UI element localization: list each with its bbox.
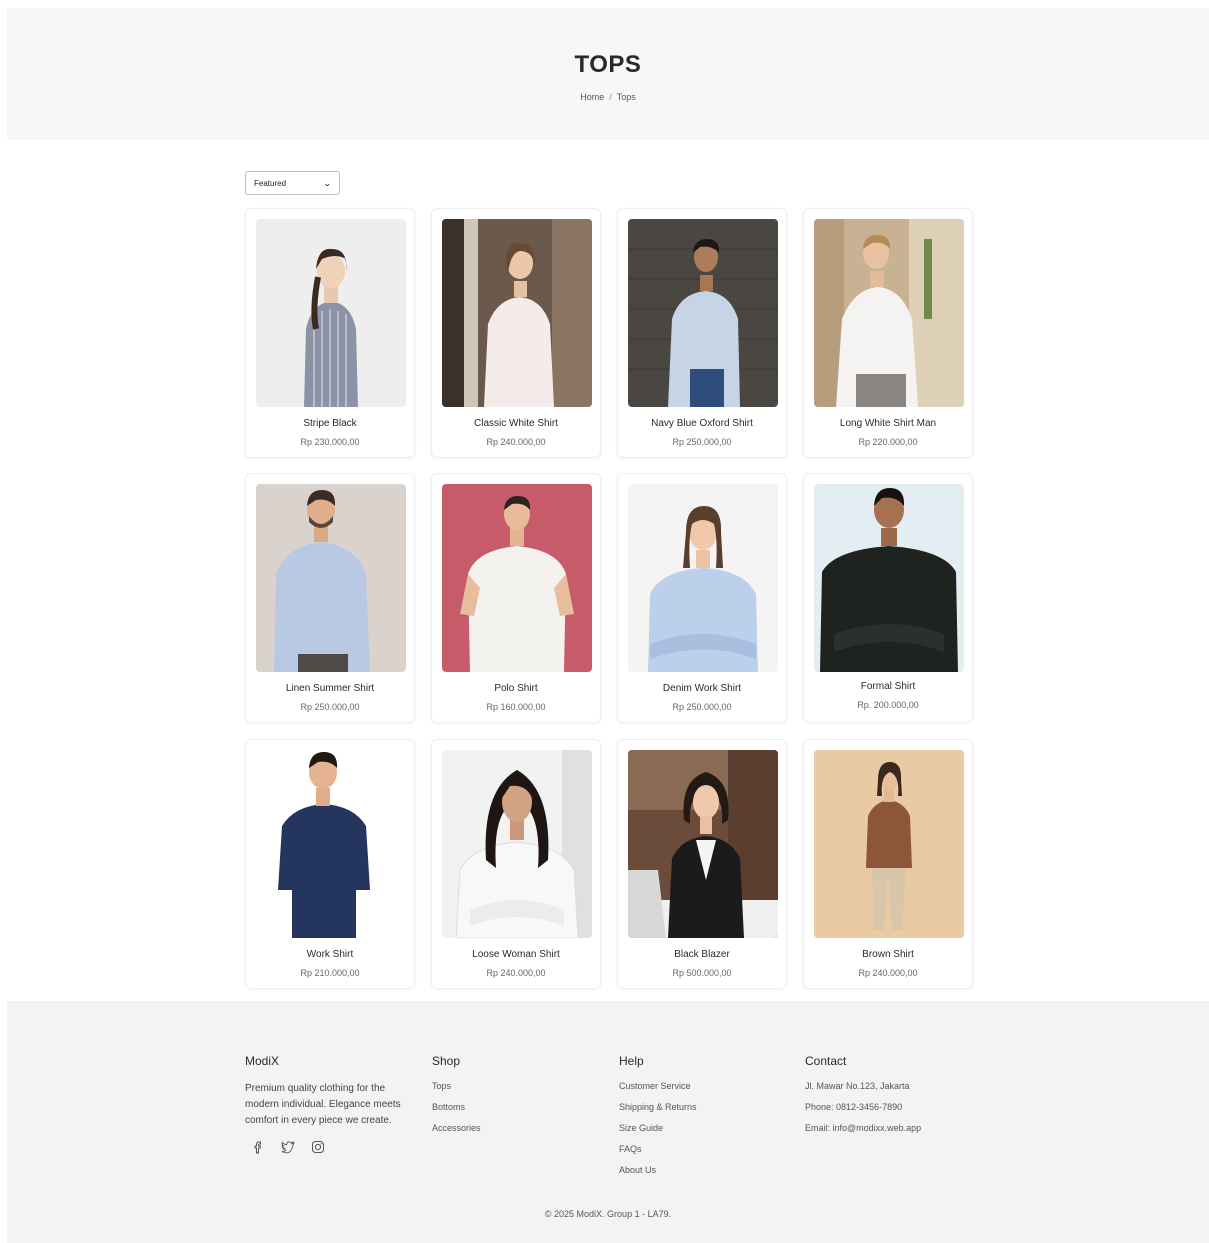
footer-brand-title: ModiX: [245, 1054, 280, 1068]
product-price: Rp 250.000,00: [672, 437, 732, 447]
breadcrumb-separator: /: [609, 92, 612, 102]
product-name[interactable]: Work Shirt: [246, 949, 414, 960]
product-name[interactable]: Formal Shirt: [804, 681, 972, 692]
product-image[interactable]: [256, 219, 406, 407]
product-card[interactable]: Formal Shirt Rp. 200.000,00: [803, 473, 973, 723]
product-name[interactable]: Stripe Black: [246, 418, 414, 429]
product-image[interactable]: [628, 484, 778, 672]
instagram-icon[interactable]: [311, 1140, 325, 1154]
footer-shop-title: Shop: [432, 1054, 461, 1068]
product-price: Rp 250.000,00: [672, 702, 732, 712]
footer-shop: Shop Tops Bottoms Accessories: [432, 1054, 481, 1144]
page-title: TOPS: [574, 51, 642, 78]
footer-contact: Contact Jl. Mawar No.123, Jakarta Phone:…: [805, 1054, 921, 1144]
product-name[interactable]: Denim Work Shirt: [618, 683, 786, 694]
product-price: Rp 240.000,00: [486, 968, 546, 978]
contact-phone: Phone: 0812-3456-7890: [805, 1102, 903, 1112]
product-card[interactable]: Stripe Black Rp 230.000,00: [245, 208, 415, 458]
product-image[interactable]: [442, 484, 592, 672]
footer-brand: ModiX Premium quality clothing for the m…: [245, 1054, 415, 1154]
product-image[interactable]: [256, 484, 406, 672]
social-links: [251, 1140, 415, 1154]
footer-link-bottoms[interactable]: Bottoms: [432, 1102, 481, 1112]
site-footer: ModiX Premium quality clothing for the m…: [7, 1001, 1209, 1243]
product-name[interactable]: Polo Shirt: [432, 683, 600, 694]
product-card[interactable]: Classic White Shirt Rp 240.000,00: [431, 208, 601, 458]
product-card[interactable]: Brown Shirt Rp 240.000,00: [803, 739, 973, 989]
product-card[interactable]: Black Blazer Rp 500.000,00: [617, 739, 787, 989]
product-name[interactable]: Classic White Shirt: [432, 418, 600, 429]
footer-link-customer-service[interactable]: Customer Service: [619, 1081, 697, 1091]
product-name[interactable]: Loose Woman Shirt: [432, 949, 600, 960]
product-image[interactable]: [814, 484, 964, 672]
product-price: Rp 240.000,00: [858, 968, 918, 978]
product-price: Rp. 200.000,00: [857, 700, 919, 710]
footer-link-shipping-returns[interactable]: Shipping & Returns: [619, 1102, 697, 1112]
contact-address: Jl. Mawar No.123, Jakarta: [805, 1081, 910, 1091]
product-card[interactable]: Long White Shirt Man Rp 220.000,00: [803, 208, 973, 458]
footer-link-tops[interactable]: Tops: [432, 1081, 481, 1091]
product-image[interactable]: [256, 750, 406, 938]
footer-link-accessories[interactable]: Accessories: [432, 1123, 481, 1133]
breadcrumb-home-link[interactable]: Home: [580, 92, 604, 102]
breadcrumb: Home / Tops: [7, 92, 1209, 102]
product-price: Rp 500.000,00: [672, 968, 732, 978]
page-header: TOPS Home / Tops: [7, 8, 1209, 140]
product-price: Rp 220.000,00: [858, 437, 918, 447]
product-image[interactable]: [814, 219, 964, 407]
chevron-down-icon: ⌄: [323, 178, 333, 188]
product-card[interactable]: Loose Woman Shirt Rp 240.000,00: [431, 739, 601, 989]
product-name[interactable]: Linen Summer Shirt: [246, 683, 414, 694]
product-image[interactable]: [628, 219, 778, 407]
sort-select[interactable]: Featured ⌄: [245, 171, 340, 195]
facebook-icon[interactable]: [251, 1140, 265, 1154]
breadcrumb-current: Tops: [616, 92, 636, 102]
product-price: Rp 250.000,00: [300, 702, 360, 712]
product-image[interactable]: [814, 750, 964, 938]
product-name[interactable]: Navy Blue Oxford Shirt: [618, 418, 786, 429]
product-card[interactable]: Denim Work Shirt Rp 250.000,00: [617, 473, 787, 723]
footer-link-size-guide[interactable]: Size Guide: [619, 1123, 697, 1133]
product-price: Rp 210.000,00: [300, 968, 360, 978]
sort-select-value: Featured: [254, 178, 287, 188]
contact-email[interactable]: Email: info@modixx.web.app: [805, 1123, 921, 1133]
footer-brand-description: Premium quality clothing for the modern …: [245, 1083, 401, 1126]
product-price: Rp 240.000,00: [486, 437, 546, 447]
footer-link-about-us[interactable]: About Us: [619, 1165, 697, 1175]
product-price: Rp 160.000,00: [486, 702, 546, 712]
product-card[interactable]: Polo Shirt Rp 160.000,00: [431, 473, 601, 723]
footer-help: Help Customer Service Shipping & Returns…: [619, 1054, 697, 1186]
product-price: Rp 230.000,00: [300, 437, 360, 447]
product-name[interactable]: Brown Shirt: [804, 949, 972, 960]
product-image[interactable]: [442, 750, 592, 938]
product-name[interactable]: Black Blazer: [618, 949, 786, 960]
product-card[interactable]: Work Shirt Rp 210.000,00: [245, 739, 415, 989]
product-name[interactable]: Long White Shirt Man: [804, 418, 972, 429]
footer-contact-title: Contact: [805, 1054, 847, 1068]
product-card[interactable]: Linen Summer Shirt Rp 250.000,00: [245, 473, 415, 723]
product-image[interactable]: [628, 750, 778, 938]
footer-help-title: Help: [619, 1054, 644, 1068]
copyright-text: © 2025 ModiX. Group 1 - LA79.: [544, 1209, 672, 1219]
product-image[interactable]: [442, 219, 592, 407]
product-card[interactable]: Navy Blue Oxford Shirt Rp 250.000,00: [617, 208, 787, 458]
twitter-icon[interactable]: [281, 1140, 295, 1154]
footer-link-faqs[interactable]: FAQs: [619, 1144, 697, 1154]
